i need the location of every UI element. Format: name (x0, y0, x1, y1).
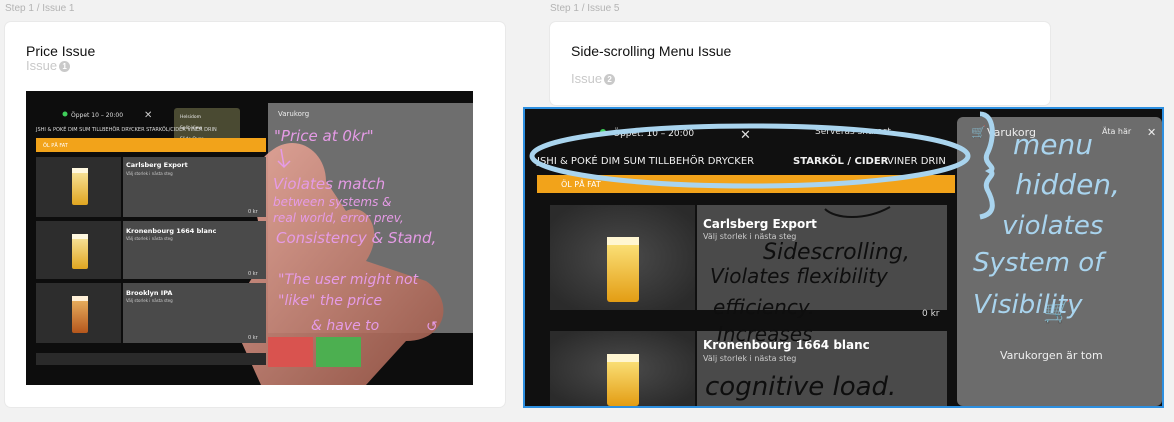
svg-text:Varukorg: Varukorg (278, 110, 309, 118)
category-row: JSHI & POKÉ DIM SUM TILLBEHÖR DRYCKER ST… (35, 125, 217, 133)
svg-text:between systems &: between systems & (273, 195, 392, 209)
issue-photo-selected[interactable]: Öppet: 10 – 20:00 ✕ Serveras snarast JSH… (523, 107, 1164, 408)
svg-text:ÖL PÅ FAT: ÖL PÅ FAT (43, 142, 69, 149)
status-text: Öppet 10 – 20:00 (71, 112, 123, 119)
svg-text:real world, error prev,: real world, error prev, (273, 211, 404, 225)
issue-title: Side-scrolling Menu Issue (571, 43, 732, 59)
svg-text:Kronenbourg 1664 blanc: Kronenbourg 1664 blanc (126, 227, 216, 235)
step-label: Step 1 / Issue 5 (550, 3, 620, 14)
swap-icon[interactable]: ✕ (1147, 126, 1156, 139)
issue-subtitle: Issue 2 (571, 72, 616, 85)
issue-title: Price Issue (26, 43, 96, 59)
svg-text:Sidescrolling,: Sidescrolling, (763, 240, 910, 265)
step-label: Step 1 / Issue 1 (5, 3, 75, 14)
svg-text:"The user might not: "The user might not (278, 272, 419, 288)
svg-text:Brooklyn IPA: Brooklyn IPA (126, 289, 172, 297)
cart-icon: 🛒 (971, 125, 986, 139)
info-icon: 1 (59, 61, 71, 72)
category-row: JSHI & POKÉ DIM SUM TILLBEHÖR DRYCKER ST… (536, 153, 946, 167)
svg-text:ÖL PÅ FAT: ÖL PÅ FAT (561, 178, 601, 189)
svg-text:& have to: & have to (311, 318, 379, 334)
svg-text:hidden,: hidden, (1015, 168, 1120, 201)
svg-text:Violates match: Violates match (273, 175, 385, 193)
item-price: 0 kr (248, 209, 259, 215)
svg-text:Increases: Increases (717, 322, 813, 346)
svg-text:Carlsberg Export: Carlsberg Export (126, 161, 188, 169)
item-price: 0 kr (248, 271, 259, 277)
svg-text:Varukorgen är tom: Varukorgen är tom (1000, 349, 1103, 362)
svg-text:"like" the price: "like" the price (278, 293, 382, 309)
svg-text:violates: violates (1002, 211, 1103, 241)
issue-subtitle: Issue 1 (26, 59, 71, 72)
item-price: 0 kr (248, 335, 259, 341)
item-price: 0 kr (922, 309, 940, 319)
svg-text:Violates flexibility: Violates flexibility (710, 264, 889, 288)
svg-text:efficiency.: efficiency. (713, 295, 814, 319)
svg-text:menu: menu (1013, 128, 1093, 161)
svg-text:cognitive load.: cognitive load. (705, 372, 896, 402)
close-icon: ✕ (144, 110, 152, 121)
svg-text:Consistency & Stand,: Consistency & Stand, (276, 229, 436, 247)
svg-text:"Price at 0kr": "Price at 0kr" (274, 127, 374, 145)
svg-text:Välj storlek i nästa steg: Välj storlek i nästa steg (126, 171, 173, 176)
svg-text:Carlsberg Export: Carlsberg Export (703, 217, 817, 231)
svg-text:System of: System of (973, 248, 1107, 278)
close-icon: ✕ (740, 128, 751, 143)
svg-text:Välj storlek i nästa steg: Välj storlek i nästa steg (126, 298, 173, 303)
info-icon: 2 (604, 74, 616, 85)
issue-card-price[interactable]: Price Issue Issue 1 Öppet 10 – 20:00 ✕ H… (5, 22, 505, 407)
issue-photo[interactable]: Öppet 10 – 20:00 ✕ Helsidom Split View S… (26, 91, 473, 385)
svg-text:Äta här: Äta här (1102, 126, 1132, 136)
issue-card-side-scrolling[interactable]: Side-scrolling Menu Issue Issue 2 (550, 22, 1050, 105)
category-bar (36, 138, 266, 152)
undo-scribble-icon: ↺ (426, 319, 438, 335)
svg-text:Välj storlek i nästa steg: Välj storlek i nästa steg (126, 236, 173, 241)
svg-text:Visibility: Visibility (973, 290, 1083, 320)
svg-text:Välj storlek i nästa steg: Välj storlek i nästa steg (703, 354, 796, 363)
svg-text:Helsidom: Helsidom (180, 114, 201, 120)
